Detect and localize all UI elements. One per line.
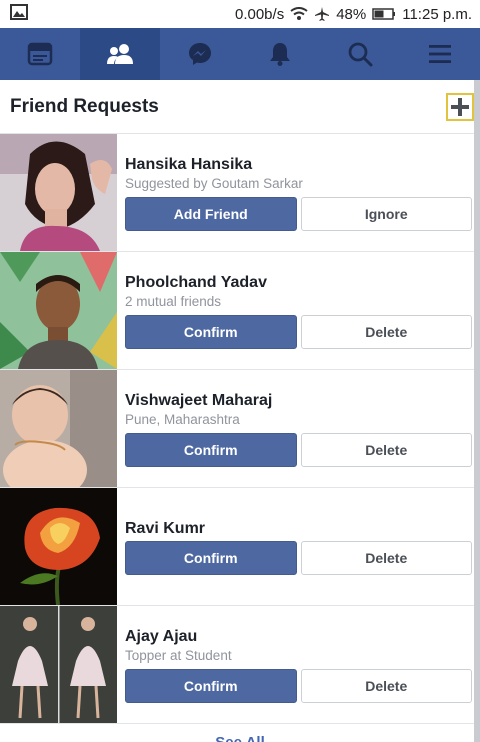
requester-context: Pune, Maharashtra: [125, 411, 240, 427]
plus-icon: [451, 97, 469, 116]
friend-request-item: Phoolchand Yadav 2 mutual friends Confir…: [0, 252, 480, 370]
requester-name[interactable]: Vishwajeet Maharaj: [125, 391, 472, 411]
friend-request-item: Ajay Ajau Topper at Student Confirm Dele…: [0, 606, 480, 724]
tab-menu[interactable]: [400, 28, 480, 80]
request-info: Hansika Hansika Suggested by Goutam Sark…: [117, 134, 480, 251]
request-info: Ajay Ajau Topper at Student Confirm Dele…: [117, 606, 480, 723]
request-info: Ravi Kumr Confirm Delete: [117, 488, 480, 605]
confirm-button[interactable]: Confirm: [125, 432, 297, 467]
messenger-icon: [189, 43, 211, 65]
tab-news-feed[interactable]: [0, 28, 80, 80]
wifi-icon: [290, 7, 308, 21]
clock: 11:25 p.m.: [402, 5, 472, 23]
search-icon: [348, 42, 373, 67]
requester-name[interactable]: Phoolchand Yadav: [125, 273, 472, 293]
tab-friend-requests[interactable]: [80, 28, 160, 80]
requester-name[interactable]: Ajay Ajau: [125, 627, 472, 647]
battery-level: 48%: [336, 5, 367, 23]
network-speed: 0.00b/s: [234, 5, 285, 23]
requester-name[interactable]: Ravi Kumr: [125, 519, 472, 539]
status-indicators: 0.00b/s 48% 11:25 p.m.: [235, 6, 472, 23]
see-all-link[interactable]: See All: [0, 724, 480, 742]
delete-button[interactable]: Delete: [300, 540, 472, 575]
requester-name[interactable]: Hansika Hansika: [125, 155, 472, 175]
delete-button[interactable]: Delete: [300, 668, 472, 703]
profile-photo[interactable]: [0, 370, 117, 487]
friends-icon: [107, 44, 133, 64]
tab-notifications[interactable]: [240, 28, 320, 80]
friend-request-item: Hansika Hansika Suggested by Goutam Sark…: [0, 134, 480, 252]
confirm-button[interactable]: Confirm: [125, 314, 297, 349]
friend-request-list: Hansika Hansika Suggested by Goutam Sark…: [0, 134, 480, 742]
requester-context: 2 mutual friends: [125, 293, 222, 309]
request-info: Phoolchand Yadav 2 mutual friends Confir…: [117, 252, 480, 369]
friend-request-item: Ravi Kumr Confirm Delete: [0, 488, 480, 606]
request-info: Vishwajeet Maharaj Pune, Maharashtra Con…: [117, 370, 480, 487]
tab-messenger[interactable]: [160, 28, 240, 80]
profile-photo[interactable]: [0, 134, 117, 251]
profile-photo[interactable]: [0, 606, 117, 723]
add-friend-button[interactable]: [446, 92, 474, 121]
news-feed-icon: [27, 42, 53, 66]
confirm-button[interactable]: Confirm: [125, 668, 297, 703]
scrollbar[interactable]: [474, 80, 480, 742]
friend-requests-header: Friend Requests: [0, 80, 480, 134]
friend-request-item: Vishwajeet Maharaj Pune, Maharashtra Con…: [0, 370, 480, 488]
delete-button[interactable]: Delete: [300, 314, 472, 349]
airplane-icon: [314, 6, 330, 22]
battery-icon: [372, 8, 396, 20]
confirm-button[interactable]: Confirm: [125, 540, 297, 575]
profile-photo[interactable]: [0, 488, 117, 605]
add-friend-button[interactable]: Add Friend: [125, 196, 297, 231]
tab-search[interactable]: [320, 28, 400, 80]
requester-context: Suggested by Goutam Sarkar: [125, 175, 303, 191]
ignore-button[interactable]: Ignore: [300, 196, 472, 231]
requester-context: Topper at Student: [125, 647, 232, 663]
page-title: Friend Requests: [10, 95, 159, 117]
bell-icon: [270, 43, 290, 66]
top-nav-bar: [0, 28, 480, 80]
profile-photo[interactable]: [0, 252, 117, 369]
gallery-notification-icon: [10, 4, 28, 24]
menu-icon: [429, 45, 451, 63]
status-bar: 0.00b/s 48% 11:25 p.m.: [0, 0, 480, 28]
delete-button[interactable]: Delete: [300, 432, 472, 467]
